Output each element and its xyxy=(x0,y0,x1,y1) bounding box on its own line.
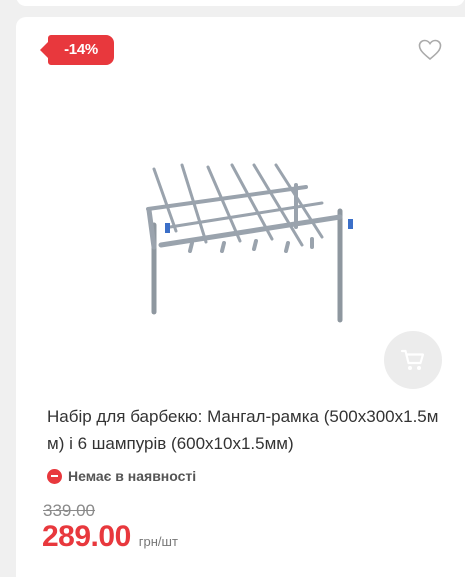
product-title[interactable]: Набір для барбекю: Мангал-рамка (500х300… xyxy=(47,403,442,457)
current-price: 289.00 xyxy=(42,520,131,553)
heart-icon[interactable] xyxy=(418,39,442,61)
cart-icon xyxy=(400,349,425,370)
price-unit: грн/шт xyxy=(138,534,178,549)
price-row: 289.00 грн/шт xyxy=(42,520,178,554)
product-image[interactable] xyxy=(126,147,371,347)
availability-text: Немає в наявності xyxy=(68,468,197,484)
add-to-cart-button[interactable] xyxy=(384,331,442,389)
discount-badge: -14% xyxy=(40,35,114,65)
previous-card-edge xyxy=(16,0,465,6)
old-price: 339.00 xyxy=(43,501,95,520)
product-card[interactable]: -14% Набір для барбекю: Мангал-рамка (50… xyxy=(16,17,465,577)
minus-circle-icon xyxy=(47,468,62,484)
availability-status: Немає в наявності xyxy=(47,467,196,485)
